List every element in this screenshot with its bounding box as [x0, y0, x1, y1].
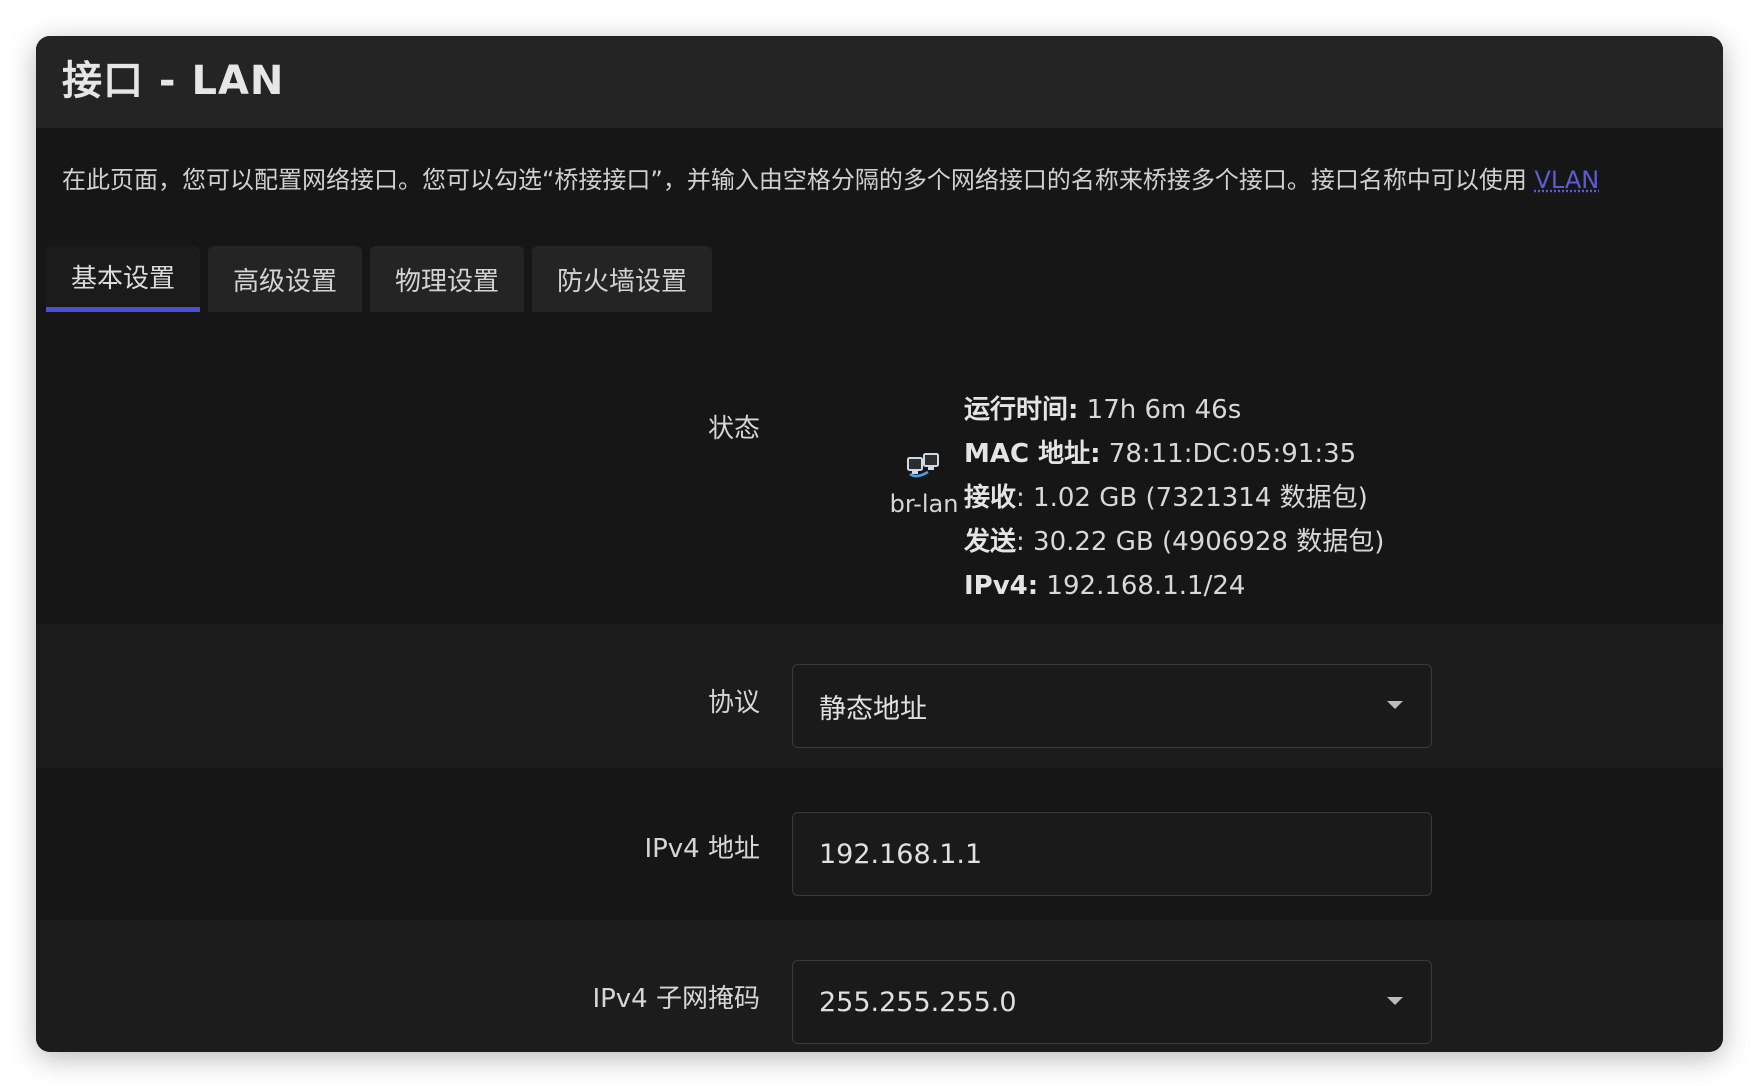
tx-key: 发送	[964, 527, 1017, 557]
ipv4-netmask-selected-value: 255.255.255.0	[819, 986, 1017, 1018]
page-description: 在此页面，您可以配置网络接口。您可以勾选“桥接接口”，并输入由空格分隔的多个网络…	[62, 160, 1723, 195]
protocol-select[interactable]: 静态地址	[792, 664, 1432, 748]
ipv4-address-input[interactable]	[792, 812, 1432, 896]
ipv4-netmask-label: IPv4 子网掩码	[592, 984, 760, 1014]
page-title: 接口 - LAN	[62, 58, 285, 104]
rx-value: : 1.02 GB (7321314 数据包)	[1016, 483, 1368, 513]
protocol-row: 协议 静态地址	[36, 624, 1723, 768]
ipv4-address-label: IPv4 地址	[644, 834, 760, 864]
description-text: 在此页面，您可以配置网络接口。您可以勾选“桥接接口”，并输入由空格分隔的多个网络…	[62, 166, 1535, 194]
status-mac: MAC 地址: 78:11:DC:05:91:35	[964, 432, 1384, 476]
settings-tabs: 基本设置 高级设置 物理设置 防火墙设置	[46, 246, 713, 316]
ethernet-bridge-icon	[907, 453, 939, 478]
status-label: 状态	[707, 414, 760, 444]
protocol-selected-value: 静态地址	[819, 693, 927, 725]
ipv4-netmask-select[interactable]: 255.255.255.0	[792, 960, 1432, 1044]
status-tx: 发送: 30.22 GB (4906928 数据包)	[964, 520, 1384, 564]
tx-value: : 30.22 GB (4906928 数据包)	[1016, 527, 1385, 557]
chevron-down-icon	[1387, 997, 1403, 1005]
mac-value: 78:11:DC:05:91:35	[1100, 439, 1357, 469]
status-uptime: 运行时间: 17h 6m 46s	[964, 388, 1384, 432]
vlan-link[interactable]: VLAN	[1535, 166, 1600, 194]
title-bar: 接口 - LAN	[36, 36, 1723, 128]
tab-advanced-settings[interactable]: 高级设置	[208, 246, 363, 312]
status-rx: 接收: 1.02 GB (7321314 数据包)	[964, 476, 1384, 520]
interface-status-details: 运行时间: 17h 6m 46s MAC 地址: 78:11:DC:05:91:…	[964, 388, 1384, 608]
protocol-label: 协议	[707, 688, 760, 718]
chevron-down-icon	[1387, 701, 1403, 709]
status-row: 状态 br-lan 运行时间: 17h 6m 46s MAC 地址: 78:11…	[36, 338, 1723, 624]
ipv4-value: 192.168.1.1/24	[1038, 571, 1246, 601]
interface-name: br-lan	[889, 490, 959, 518]
status-ipv4: IPv4: 192.168.1.1/24	[964, 564, 1384, 608]
tab-physical-settings[interactable]: 物理设置	[370, 246, 525, 312]
uptime-key: 运行时间:	[964, 395, 1079, 425]
uptime-value: 17h 6m 46s	[1078, 395, 1242, 425]
ipv4-address-row: IPv4 地址	[36, 768, 1723, 920]
tab-basic-settings[interactable]: 基本设置	[46, 246, 201, 312]
rx-key: 接收	[964, 483, 1017, 513]
interface-badge: br-lan	[884, 450, 964, 518]
luci-interface-window: 接口 - LAN 在此页面，您可以配置网络接口。您可以勾选“桥接接口”，并输入由…	[36, 36, 1723, 1052]
tab-firewall-settings[interactable]: 防火墙设置	[532, 246, 713, 312]
mac-key: MAC 地址:	[964, 439, 1101, 469]
ipv4-key: IPv4:	[964, 571, 1039, 601]
ipv4-netmask-row: IPv4 子网掩码 255.255.255.0	[36, 920, 1723, 1052]
